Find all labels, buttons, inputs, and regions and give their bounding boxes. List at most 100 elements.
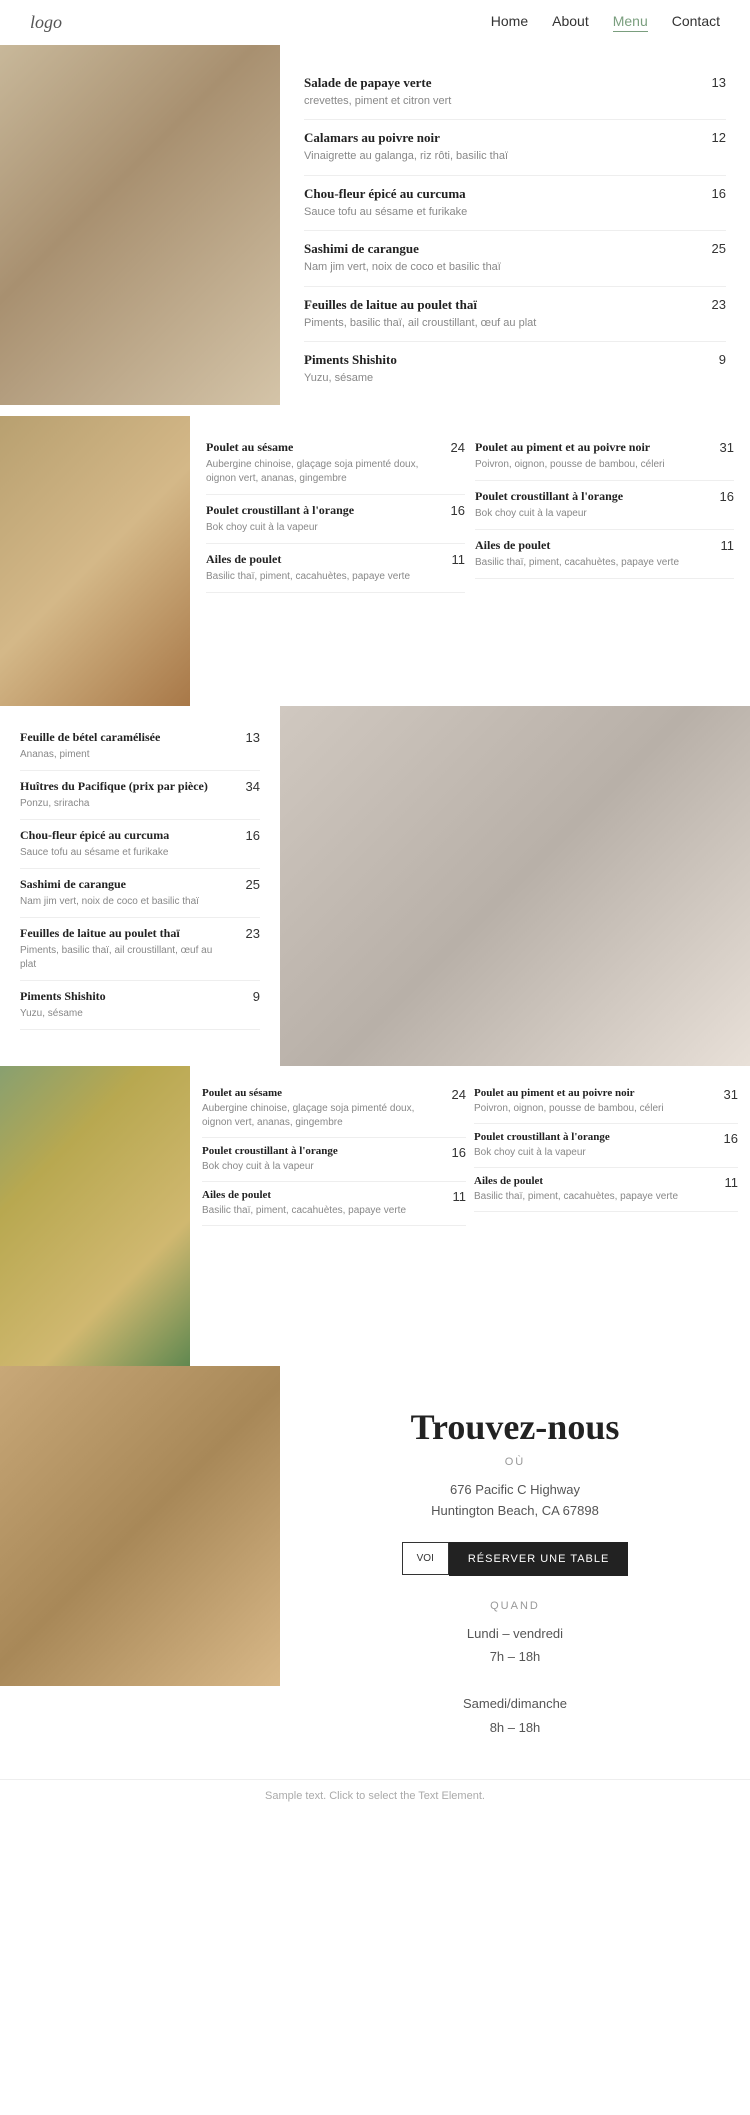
menu-item-desc: Nam jim vert, noix de coco et basilic th… bbox=[304, 260, 696, 275]
hour-line: 8h – 18h bbox=[310, 1716, 720, 1739]
menu-item-name: Poulet croustillant à l'orange bbox=[475, 489, 704, 504]
section-2: Poulet au sésame Aubergine chinoise, gla… bbox=[0, 416, 750, 706]
menu-item-price: 23 bbox=[706, 297, 726, 312]
menu-item: Sashimi de carangue Nam jim vert, noix d… bbox=[20, 869, 260, 918]
menu-item-info: Feuille de bétel caramélisée Ananas, pim… bbox=[20, 730, 240, 762]
section-4: Poulet au sésame Aubergine chinoise, gla… bbox=[0, 1066, 750, 1366]
menu-item-name: Feuille de bétel caramélisée bbox=[20, 730, 230, 745]
menu-item-info: Feuilles de laitue au poulet thaï Piment… bbox=[20, 926, 240, 972]
menu-item: Ailes de poulet Basilic thaï, piment, ca… bbox=[202, 1182, 466, 1226]
menu-item-info: Ailes de poulet Basilic thaï, piment, ca… bbox=[206, 552, 445, 584]
menu-item-info: Ailes de poulet Basilic thaï, piment, ca… bbox=[202, 1189, 446, 1218]
menu-item-name: Piments Shishito bbox=[304, 352, 696, 368]
menu-item-name: Chou-fleur épicé au curcuma bbox=[20, 828, 230, 843]
hours: Lundi – vendredi7h – 18hSamedi/dimanche8… bbox=[310, 1622, 720, 1739]
nav-about[interactable]: About bbox=[552, 13, 589, 32]
food-image-1 bbox=[0, 45, 280, 405]
menu-item-desc: Poivron, oignon, pousse de bambou, céler… bbox=[475, 458, 704, 472]
menu-item-desc: Yuzu, sésame bbox=[304, 371, 696, 386]
menu-item-name: Poulet croustillant à l'orange bbox=[202, 1145, 436, 1157]
menu-item-price: 31 bbox=[714, 440, 734, 455]
hour-line: Lundi – vendredi bbox=[310, 1622, 720, 1645]
menu-item-info: Feuilles de laitue au poulet thaï Piment… bbox=[304, 297, 706, 331]
menu-item-name: Calamars au poivre noir bbox=[304, 130, 696, 146]
menu-item-info: Poulet au piment et au poivre noir Poivr… bbox=[475, 440, 714, 472]
menu-item-price: 11 bbox=[445, 552, 465, 567]
menu-item-name: Piments Shishito bbox=[20, 989, 230, 1004]
menu-item-price: 13 bbox=[706, 75, 726, 90]
where-label: OÙ bbox=[310, 1456, 720, 1468]
menu-item: Feuille de bétel caramélisée Ananas, pim… bbox=[20, 722, 260, 771]
menu-item: Poulet croustillant à l'orange Bok choy … bbox=[475, 481, 734, 530]
menu-item-price: 23 bbox=[240, 926, 260, 941]
menu-item-info: Ailes de poulet Basilic thaï, piment, ca… bbox=[475, 538, 714, 570]
menu-item-price: 12 bbox=[706, 130, 726, 145]
menu-item-desc: Bok choy cuit à la vapeur bbox=[206, 521, 435, 535]
menu-item-price: 24 bbox=[446, 1087, 466, 1102]
menu-item-desc: Basilic thaï, piment, cacahuètes, papaye… bbox=[206, 570, 435, 584]
menu-item-info: Sashimi de carangue Nam jim vert, noix d… bbox=[20, 877, 240, 909]
menu-item-name: Poulet au piment et au poivre noir bbox=[475, 440, 704, 455]
menu-item: Piments Shishito Yuzu, sésame 9 bbox=[20, 981, 260, 1030]
menu-item-price: 9 bbox=[240, 989, 260, 1004]
menu-item-price: 11 bbox=[446, 1189, 466, 1204]
section-4-col2: Poulet au piment et au poivre noir Poivr… bbox=[474, 1080, 738, 1352]
reserve-buttons: VOI RÉSERVER UNE TABLE bbox=[310, 1542, 720, 1576]
menu-item: Sashimi de carangue Nam jim vert, noix d… bbox=[304, 231, 726, 286]
voir-button[interactable]: VOI bbox=[402, 1542, 449, 1575]
menu-item-desc: Sauce tofu au sésame et furikake bbox=[304, 205, 696, 220]
menu-item-info: Poulet au sésame Aubergine chinoise, gla… bbox=[206, 440, 445, 486]
menu-item-info: Calamars au poivre noir Vinaigrette au g… bbox=[304, 130, 706, 164]
menu-item-price: 16 bbox=[240, 828, 260, 843]
terrace-image bbox=[0, 1066, 190, 1366]
hour-line: 7h – 18h bbox=[310, 1645, 720, 1668]
nav-contact[interactable]: Contact bbox=[672, 13, 720, 32]
menu-item-desc: Piments, basilic thaï, ail croustillant,… bbox=[304, 316, 696, 331]
reserver-button[interactable]: RÉSERVER UNE TABLE bbox=[449, 1542, 629, 1576]
menu-item-price: 34 bbox=[240, 779, 260, 794]
menu-item-info: Piments Shishito Yuzu, sésame bbox=[304, 352, 706, 386]
sample-text[interactable]: Sample text. Click to select the Text El… bbox=[0, 1779, 750, 1812]
menu-item-price: 24 bbox=[445, 440, 465, 455]
menu-item-price: 25 bbox=[706, 241, 726, 256]
menu-item-price: 16 bbox=[706, 186, 726, 201]
menu-item: Ailes de poulet Basilic thaï, piment, ca… bbox=[475, 530, 734, 579]
menu-item-name: Poulet au sésame bbox=[202, 1087, 436, 1099]
nav-menu[interactable]: Menu bbox=[613, 13, 648, 32]
menu-item-name: Sashimi de carangue bbox=[304, 241, 696, 257]
menu-item-name: Poulet au sésame bbox=[206, 440, 435, 455]
menu-item-name: Huîtres du Pacifique (prix par pièce) bbox=[20, 779, 230, 794]
menu-item: Huîtres du Pacifique (prix par pièce) Po… bbox=[20, 771, 260, 820]
menu-item-info: Chou-fleur épicé au curcuma Sauce tofu a… bbox=[304, 186, 706, 220]
menu-item-desc: crevettes, piment et citron vert bbox=[304, 94, 696, 109]
menu-item: Poulet au sésame Aubergine chinoise, gla… bbox=[202, 1080, 466, 1138]
menu-item-info: Chou-fleur épicé au curcuma Sauce tofu a… bbox=[20, 828, 240, 860]
menu-item-info: Ailes de poulet Basilic thaï, piment, ca… bbox=[474, 1175, 718, 1204]
menu-item: Chou-fleur épicé au curcuma Sauce tofu a… bbox=[20, 820, 260, 869]
nav-home[interactable]: Home bbox=[491, 13, 528, 32]
menu-item-price: 25 bbox=[240, 877, 260, 892]
section-2-col2: Poulet au piment et au poivre noir Poivr… bbox=[475, 432, 734, 690]
logo[interactable]: logo bbox=[30, 12, 62, 33]
menu-item: Poulet croustillant à l'orange Bok choy … bbox=[474, 1124, 738, 1168]
menu-item-price: 16 bbox=[446, 1145, 466, 1160]
menu-item: Poulet croustillant à l'orange Bok choy … bbox=[202, 1138, 466, 1182]
menu-item-info: Poulet croustillant à l'orange Bok choy … bbox=[475, 489, 714, 521]
menu-item-desc: Nam jim vert, noix de coco et basilic th… bbox=[20, 895, 230, 909]
menu-item-info: Poulet croustillant à l'orange Bok choy … bbox=[202, 1145, 446, 1174]
menu-item-desc: Aubergine chinoise, glaçage soja pimenté… bbox=[202, 1102, 436, 1130]
section-4-col1: Poulet au sésame Aubergine chinoise, gla… bbox=[202, 1080, 466, 1352]
section-1: Salade de papaye verte crevettes, piment… bbox=[0, 45, 750, 416]
menu-item-name: Sashimi de carangue bbox=[20, 877, 230, 892]
menu-item-desc: Bok choy cuit à la vapeur bbox=[474, 1146, 708, 1160]
menu-item-info: Poulet au sésame Aubergine chinoise, gla… bbox=[202, 1087, 446, 1130]
menu-item-price: 16 bbox=[718, 1131, 738, 1146]
menu-item: Poulet au piment et au poivre noir Poivr… bbox=[474, 1080, 738, 1124]
section-4-menus: Poulet au sésame Aubergine chinoise, gla… bbox=[190, 1066, 750, 1366]
menu-item-desc: Sauce tofu au sésame et furikake bbox=[20, 846, 230, 860]
menu-item-desc: Yuzu, sésame bbox=[20, 1007, 230, 1021]
menu-item-price: 9 bbox=[706, 352, 726, 367]
menu-item-price: 31 bbox=[718, 1087, 738, 1102]
menu-item-price: 11 bbox=[714, 538, 734, 553]
menu-item: Poulet au sésame Aubergine chinoise, gla… bbox=[206, 432, 465, 495]
